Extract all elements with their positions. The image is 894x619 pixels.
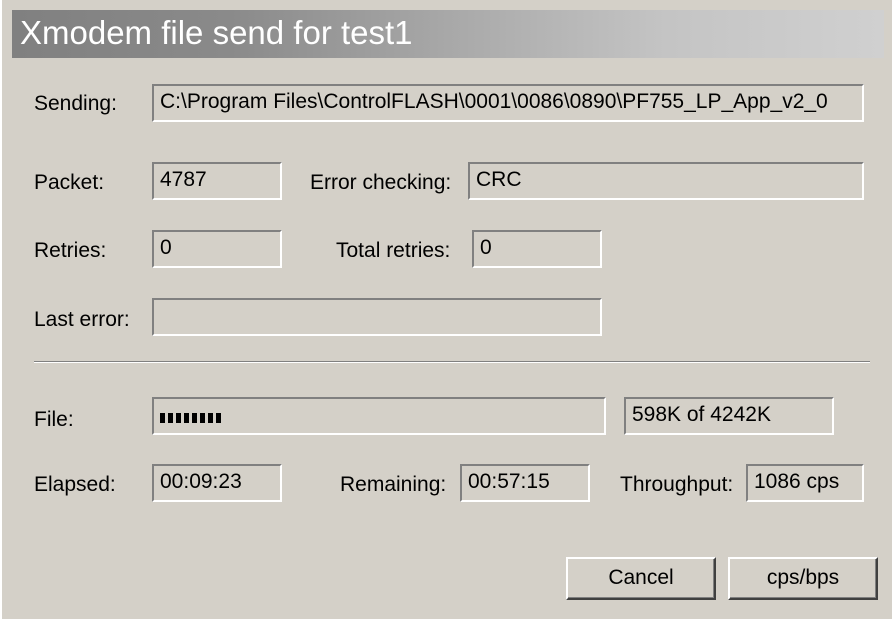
xmodem-dialog: Xmodem file send for test1 Sending: C:\P… (2, 0, 892, 619)
retries-label: Retries: (34, 239, 107, 262)
remaining-field: 00:57:15 (460, 464, 590, 502)
progress-block (208, 413, 213, 423)
progress-block (168, 413, 173, 423)
error-checking-field: CRC (468, 162, 864, 200)
file-size-field: 598K of 4242K (624, 397, 834, 435)
last-error-field (152, 298, 602, 336)
packet-field: 4787 (152, 162, 282, 200)
throughput-label: Throughput: (620, 473, 734, 496)
progress-block (200, 413, 205, 423)
retries-field: 0 (152, 230, 282, 268)
cps-bps-button[interactable]: cps/bps (728, 557, 878, 600)
progress-block (176, 413, 181, 423)
file-progress-bar (152, 397, 606, 435)
title-bar[interactable]: Xmodem file send for test1 (12, 10, 884, 58)
total-retries-field: 0 (472, 230, 602, 268)
elapsed-label: Elapsed: (34, 473, 116, 496)
last-error-label: Last error: (34, 308, 130, 331)
sending-label: Sending: (34, 92, 117, 115)
progress-block (216, 413, 221, 423)
total-retries-label: Total retries: (336, 239, 451, 262)
progress-block (160, 413, 165, 423)
remaining-label: Remaining: (340, 473, 447, 496)
window-title: Xmodem file send for test1 (20, 14, 413, 51)
throughput-field: 1086 cps (746, 464, 864, 502)
error-checking-label: Error checking: (310, 171, 452, 194)
sending-field: C:\Program Files\ControlFLASH\0001\0086\… (152, 84, 864, 122)
cancel-button[interactable]: Cancel (566, 557, 716, 600)
progress-block (184, 413, 189, 423)
packet-label: Packet: (34, 171, 105, 194)
progress-block (192, 413, 197, 423)
file-label: File: (34, 408, 74, 431)
elapsed-field: 00:09:23 (152, 464, 282, 502)
progress-fill (160, 413, 221, 423)
separator (34, 361, 870, 363)
